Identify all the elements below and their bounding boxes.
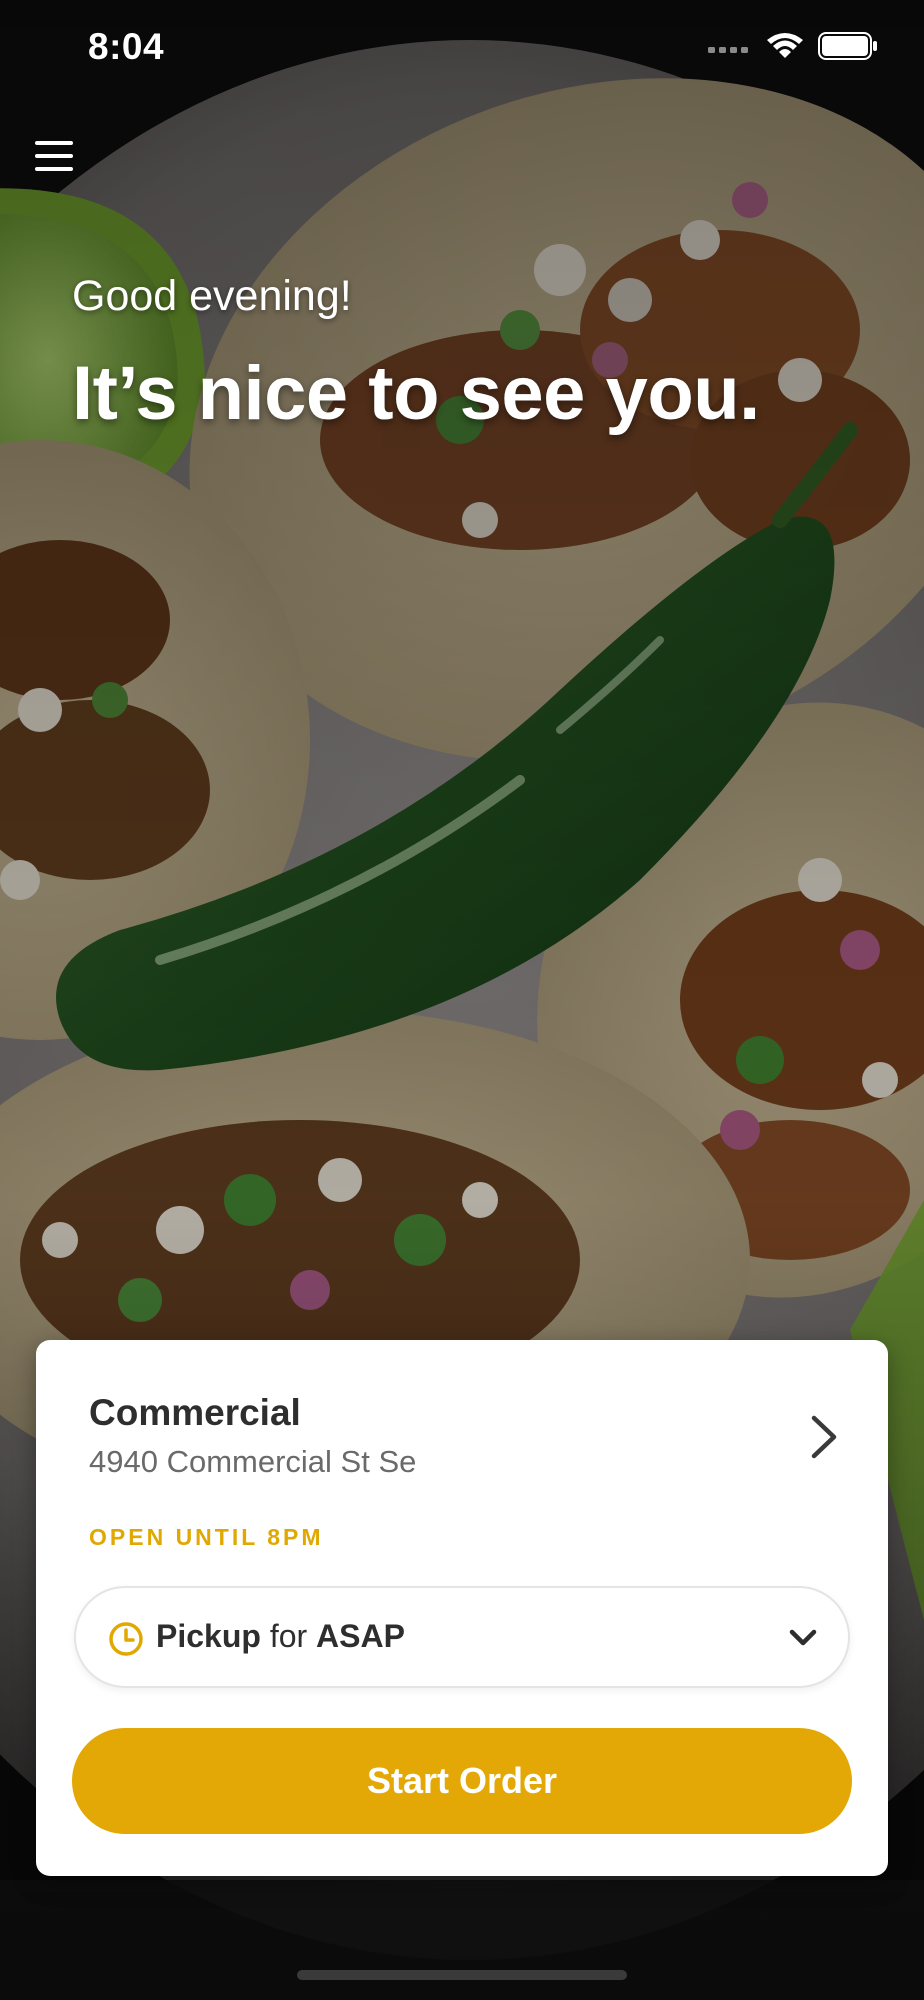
greeting-title: It’s nice to see you.: [72, 351, 760, 436]
status-time: 8:04: [88, 26, 165, 67]
menu-line: [35, 154, 73, 158]
chevron-down-icon: [789, 1629, 817, 1646]
hamburger-menu-icon[interactable]: [30, 132, 78, 180]
status-icons: [708, 32, 878, 60]
clock-icon: [109, 1622, 143, 1656]
greeting-subtitle: Good evening!: [72, 272, 352, 320]
order-mode-time: ASAP: [316, 1618, 405, 1654]
signal-icon: [708, 47, 748, 53]
app-screen: 8:04 Good evening! It’s nice to see you.…: [0, 0, 924, 2000]
wifi-icon: [767, 33, 803, 58]
menu-line: [35, 141, 73, 145]
order-mode-connector: for: [269, 1618, 308, 1654]
status-bar: 8:04: [0, 0, 924, 100]
home-indicator: [297, 1970, 627, 1980]
location-card: Commercial 4940 Commercial St Se OPEN UN…: [36, 1340, 888, 1876]
chevron-right-icon: [811, 1415, 837, 1459]
menu-line: [35, 167, 73, 171]
order-mode-label: Pickup for ASAP: [156, 1618, 405, 1655]
location-name: Commercial: [89, 1392, 301, 1433]
start-order-button[interactable]: Start Order: [72, 1728, 852, 1834]
order-mode-type: Pickup: [156, 1618, 261, 1654]
location-address: 4940 Commercial St Se: [89, 1444, 417, 1479]
hours-status: OPEN UNTIL 8PM: [89, 1524, 324, 1550]
order-mode-select[interactable]: Pickup for ASAP: [74, 1586, 850, 1688]
location-selector[interactable]: Commercial 4940 Commercial St Se: [36, 1340, 888, 1500]
battery-icon: [818, 32, 877, 60]
